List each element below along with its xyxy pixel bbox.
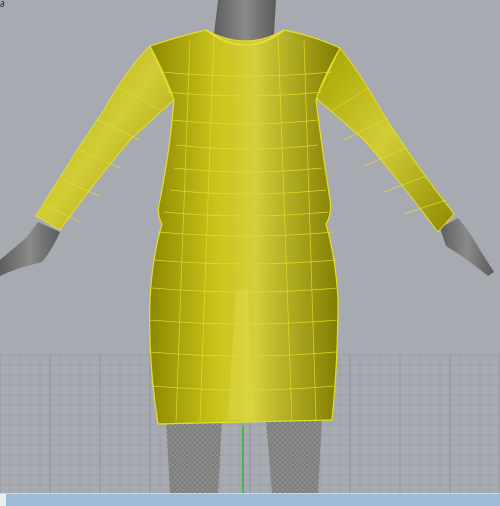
dress-left-sleeve xyxy=(35,45,175,231)
status-bar xyxy=(0,493,500,506)
avatar-neck xyxy=(214,0,276,42)
status-bar-cap xyxy=(0,494,6,506)
avatar-legs xyxy=(166,420,322,493)
avatar-right-hand xyxy=(440,218,494,276)
avatar-left-hand xyxy=(0,222,60,276)
dress-wireframe xyxy=(45,33,447,423)
scene-svg xyxy=(0,0,500,493)
3d-viewport[interactable]: ∂ xyxy=(0,0,500,493)
viewport-corner-glyph: ∂ xyxy=(0,0,5,10)
